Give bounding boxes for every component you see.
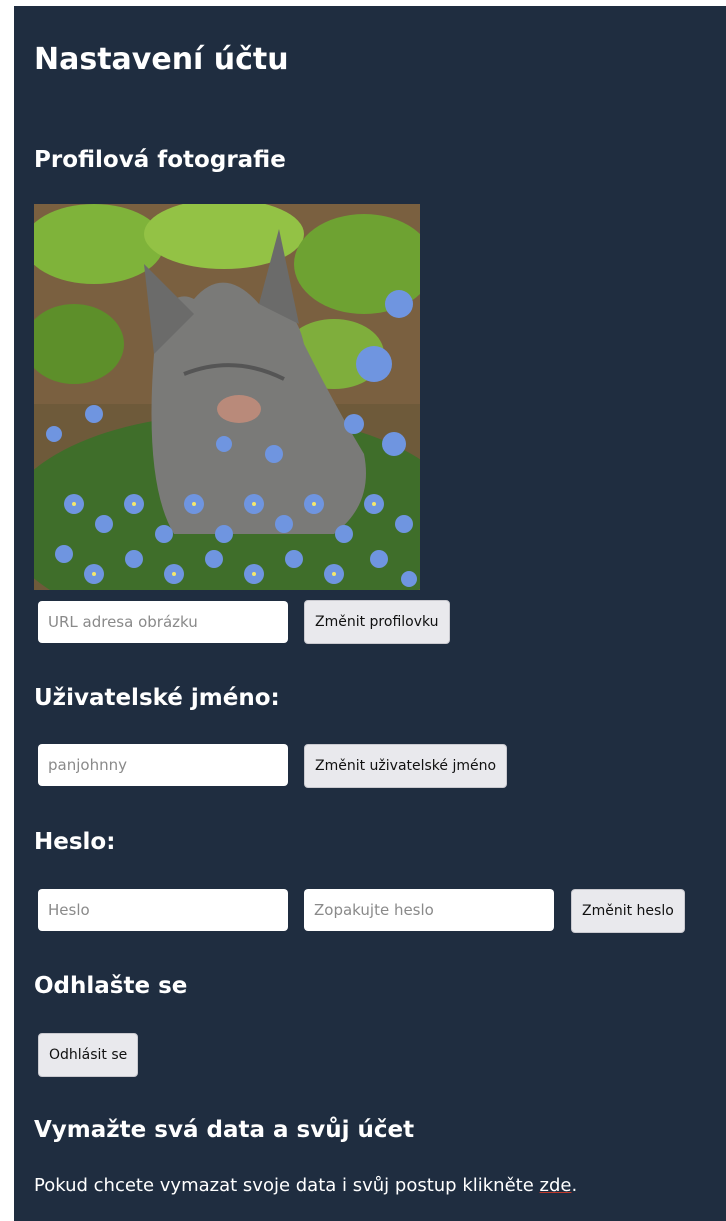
account-settings-panel: Nastavení účtu Profilová fotografie URL … [14,6,726,1221]
delete-account-link[interactable]: zde [540,1175,572,1196]
password-input[interactable] [38,889,288,931]
delete-account-trailing: . [571,1175,578,1196]
profile-photo-heading: Profilová fotografie [34,147,286,173]
delete-account-description: Pokud chcete vymazat svoje data i svůj p… [34,1175,540,1196]
delete-account-heading: Vymažte svá data a svůj účet [34,1117,415,1143]
username-input[interactable] [38,744,288,786]
password-heading: Heslo: [34,829,116,855]
username-heading: Uživatelské jméno: [34,685,280,711]
logout-heading: Odhlašte se [34,973,188,999]
profile-photo [34,204,420,590]
page-title: Nastavení účtu [34,42,289,77]
profile-photo-url-input[interactable] [38,601,288,643]
change-profile-photo-button[interactable]: Změnit profilovku [304,600,450,644]
change-password-button[interactable]: Změnit heslo [571,889,685,933]
logout-button[interactable]: Odhlásit se [38,1033,139,1077]
password-repeat-input[interactable] [304,889,554,931]
delete-account-text: Pokud chcete vymazat svoje data i svůj p… [34,1174,577,1198]
change-username-button[interactable]: Změnit uživatelské jméno [304,744,508,788]
